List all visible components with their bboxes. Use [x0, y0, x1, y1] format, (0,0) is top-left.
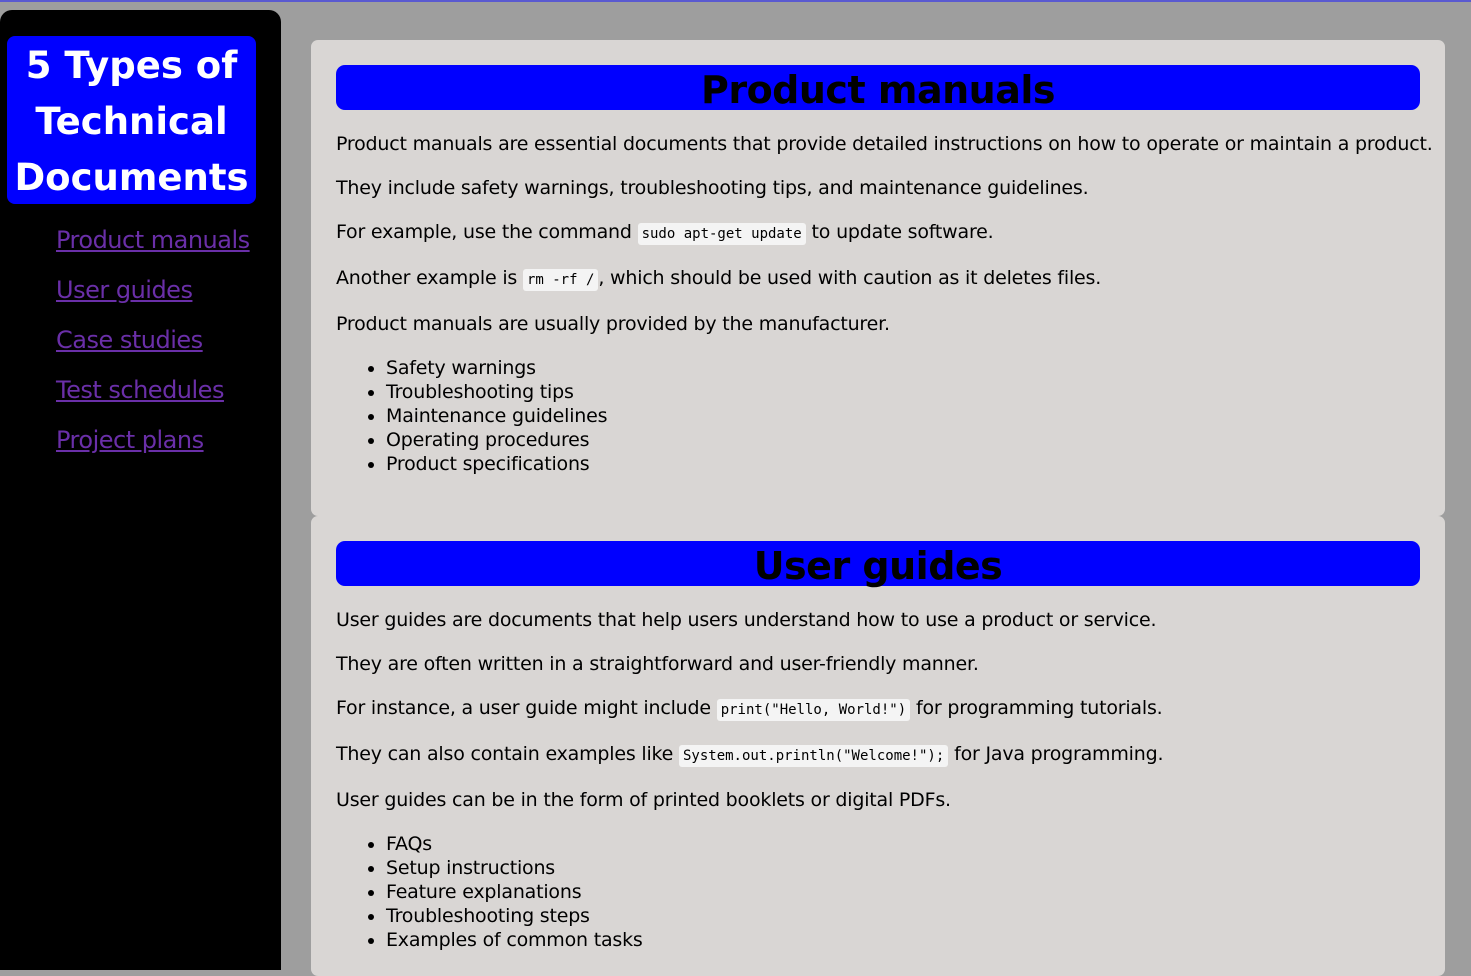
- inline-code: print("Hello, World!"): [716, 699, 911, 721]
- paragraph: Product manuals are essential documents …: [336, 133, 1433, 155]
- paragraph: User guides are documents that help user…: [336, 609, 1157, 631]
- list-item: FAQs: [386, 832, 1425, 856]
- paragraph: Product manuals are usually provided by …: [336, 313, 890, 335]
- paragraph: For example, use the command sudo apt-ge…: [336, 220, 1425, 246]
- site-title: 5 Types of Technical Documents: [7, 36, 256, 204]
- list-item: Product specifications: [386, 452, 1425, 476]
- nav-item: User guides: [56, 276, 250, 326]
- list-item: Feature explanations: [386, 880, 1425, 904]
- section-body: Product manuals are essential documents …: [336, 132, 1433, 476]
- text-span: They can also contain examples like: [336, 743, 679, 765]
- text-span: Another example is: [336, 267, 523, 289]
- inline-code: System.out.println("Welcome!");: [678, 745, 949, 767]
- paragraph: For instance, a user guide might include…: [336, 696, 1425, 722]
- section-body: User guides are documents that help user…: [336, 608, 1425, 952]
- section-user-guides: User guides User guides are documents th…: [311, 516, 1445, 976]
- list-item: Operating procedures: [386, 428, 1425, 452]
- list-item: Setup instructions: [386, 856, 1425, 880]
- nav-item: Test schedules: [56, 376, 250, 426]
- sidebar-nav: Product manuals User guides Case studies…: [56, 226, 250, 476]
- paragraph: They are often written in a straightforw…: [336, 653, 979, 675]
- nav-link-product-manuals[interactable]: Product manuals: [56, 226, 250, 254]
- inline-code: sudo apt-get update: [637, 223, 806, 245]
- text-span: to update software.: [805, 221, 994, 243]
- nav-link-test-schedules[interactable]: Test schedules: [56, 376, 224, 404]
- text-span: For instance, a user guide might include: [336, 697, 717, 719]
- section-heading: User guides: [336, 541, 1420, 588]
- list-item: Examples of common tasks: [386, 928, 1425, 952]
- paragraph: User guides can be in the form of printe…: [336, 789, 951, 811]
- sidebar: 5 Types of Technical Documents Product m…: [0, 10, 281, 970]
- section-product-manuals: Product manuals Product manuals are esse…: [311, 40, 1445, 516]
- text-span: for programming tutorials.: [910, 697, 1163, 719]
- nav-link-project-plans[interactable]: Project plans: [56, 426, 204, 454]
- list-item: Maintenance guidelines: [386, 404, 1425, 428]
- paragraph: They can also contain examples like Syst…: [336, 742, 1425, 768]
- section-heading: Product manuals: [336, 65, 1420, 112]
- text-span: For example, use the command: [336, 221, 638, 243]
- list-item: Troubleshooting steps: [386, 904, 1425, 928]
- bullet-list: Safety warnings Troubleshooting tips Mai…: [336, 356, 1425, 476]
- paragraph: Another example is rm -rf /, which shoul…: [336, 266, 1425, 292]
- inline-code: rm -rf /: [522, 269, 599, 291]
- list-item: Troubleshooting tips: [386, 380, 1425, 404]
- nav-item: Product manuals: [56, 226, 250, 276]
- paragraph: They include safety warnings, troublesho…: [336, 177, 1089, 199]
- text-span: , which should be used with caution as i…: [598, 267, 1102, 289]
- nav-link-user-guides[interactable]: User guides: [56, 276, 193, 304]
- nav-item: Project plans: [56, 426, 250, 476]
- nav-item: Case studies: [56, 326, 250, 376]
- list-item: Safety warnings: [386, 356, 1425, 380]
- text-span: for Java programming.: [948, 743, 1164, 765]
- nav-link-case-studies[interactable]: Case studies: [56, 326, 203, 354]
- bullet-list: FAQs Setup instructions Feature explanat…: [336, 832, 1425, 952]
